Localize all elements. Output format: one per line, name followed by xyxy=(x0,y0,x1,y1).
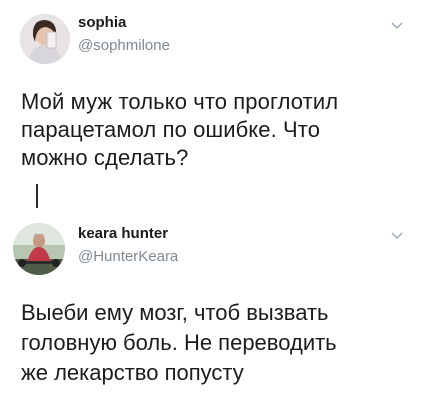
tweet-text-line: головную боль. Не переводить xyxy=(21,330,337,355)
tweet-text-line: же лекарство попусту xyxy=(21,360,244,385)
tweet-text-line: парацетамол по ошибке. Что xyxy=(21,117,321,142)
tweet: sophia @sophmilone Мой муж только что пр… xyxy=(0,0,422,200)
tweet-text: Мой муж только что проглотил парацетамол… xyxy=(21,88,411,172)
avatar[interactable] xyxy=(13,223,65,275)
thread-connector xyxy=(36,184,38,208)
tweet-text-line: Выеби ему мозг, чтоб вызвать xyxy=(21,300,329,325)
user-handle[interactable]: @HunterKeara xyxy=(78,248,178,265)
user-handle[interactable]: @sophmilone xyxy=(78,37,170,54)
display-name[interactable]: sophia xyxy=(78,14,126,31)
avatar[interactable] xyxy=(20,14,70,64)
tweet-text-line: можно сделать? xyxy=(21,145,189,170)
chevron-down-icon[interactable] xyxy=(390,228,404,242)
chevron-down-icon[interactable] xyxy=(390,18,404,32)
display-name[interactable]: keara hunter xyxy=(78,225,168,242)
tweet-text: Выеби ему мозг, чтоб вызвать головную бо… xyxy=(21,298,416,388)
tweet-text-line: Мой муж только что проглотил xyxy=(21,89,339,114)
